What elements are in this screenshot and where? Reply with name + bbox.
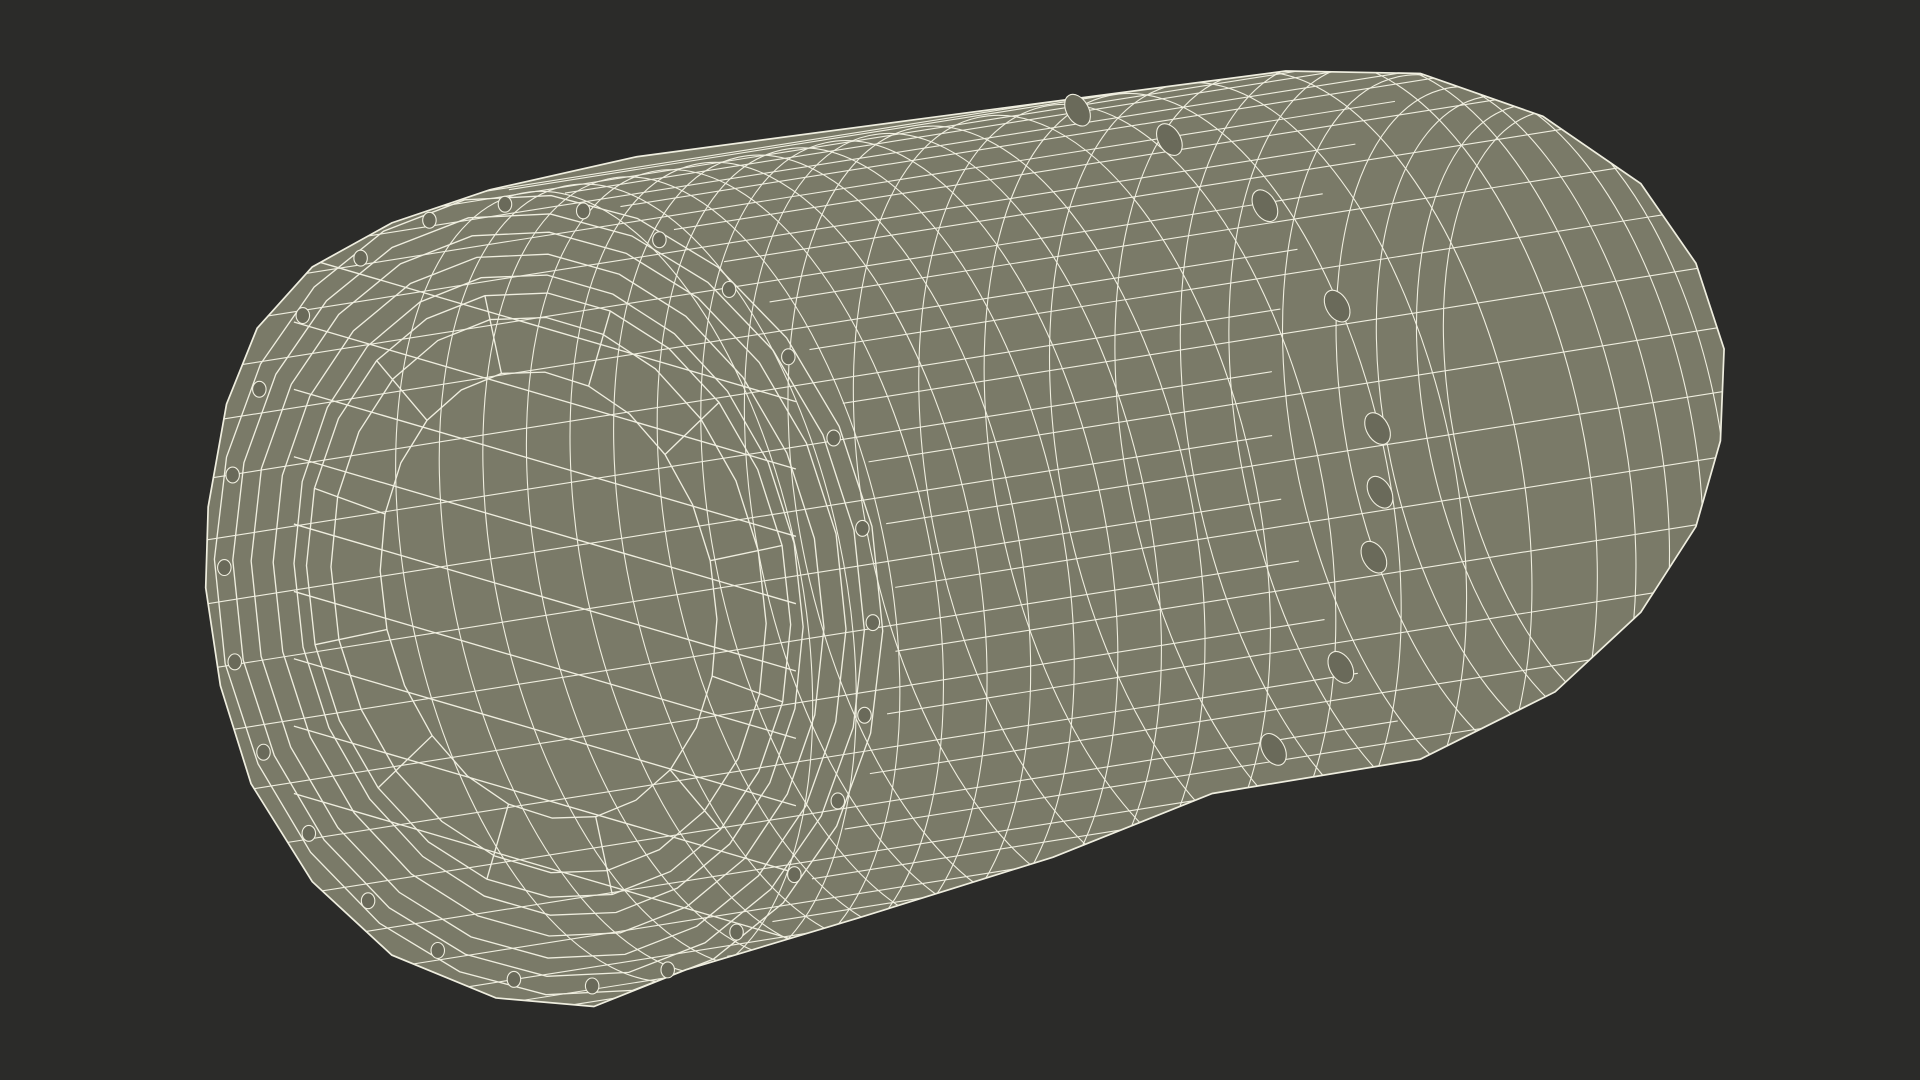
bolt: [787, 866, 802, 884]
bolt: [575, 202, 591, 220]
bolt: [360, 892, 376, 910]
bolt: [256, 743, 271, 761]
bolt: [652, 231, 667, 249]
bolt: [584, 977, 600, 995]
bolt: [227, 653, 243, 671]
bolt: [225, 466, 240, 484]
bolt: [217, 559, 232, 577]
bolt: [826, 429, 841, 447]
wireframe-scene: [204, 70, 1725, 1008]
bolt: [865, 614, 881, 632]
bolt: [301, 824, 317, 842]
bolt: [506, 970, 522, 988]
bolt: [857, 706, 872, 724]
bolt: [353, 249, 368, 267]
render-viewport: [0, 0, 1920, 1080]
bolt: [660, 961, 675, 979]
bolt: [830, 792, 846, 810]
bolt: [422, 211, 437, 229]
bolt: [721, 280, 737, 298]
bolt: [781, 348, 796, 366]
bolt: [252, 380, 267, 398]
bolt: [430, 941, 446, 959]
bolt: [729, 923, 744, 941]
bolt: [497, 195, 513, 213]
bolt: [855, 519, 870, 537]
bolt: [295, 307, 311, 325]
